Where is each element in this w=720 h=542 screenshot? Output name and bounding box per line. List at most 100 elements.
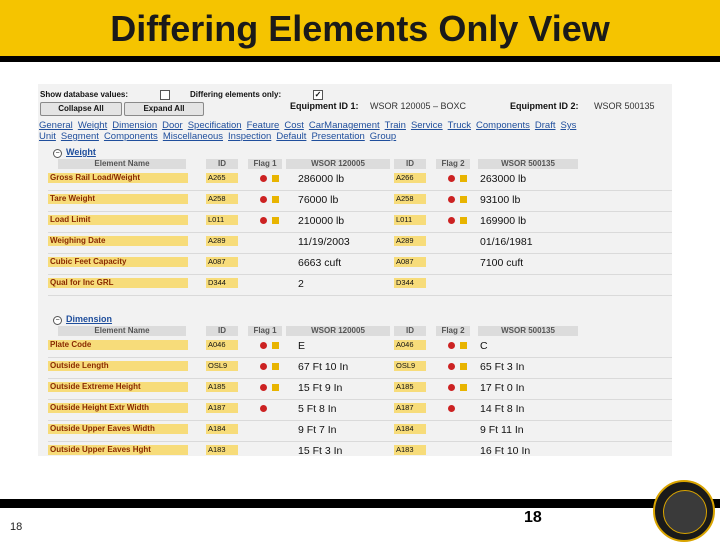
bottom-divider [0, 499, 720, 508]
nav-link[interactable]: Train [385, 120, 406, 131]
element-id-2: A187 [394, 403, 426, 413]
yellow-flag-icon [460, 363, 467, 370]
nav-link[interactable]: General [39, 120, 73, 131]
element-id-1: A046 [206, 340, 238, 350]
equipment-compare-panel: Show database values: Differing elements… [38, 84, 672, 456]
nav-link[interactable]: Components [104, 131, 158, 142]
element-name: Qual for Inc GRL [48, 278, 188, 288]
red-flag-icon [448, 196, 455, 203]
nav-link[interactable]: Components [476, 120, 530, 131]
element-id-1: D344 [206, 278, 238, 288]
table-row[interactable]: Qual for Inc GRL D344 2 D344 [48, 275, 672, 296]
nav-link[interactable]: Inspection [228, 131, 271, 142]
col-element-name: Element Name [58, 326, 186, 336]
nav-link[interactable]: Sys [561, 120, 577, 131]
nav-link[interactable]: Segment [61, 131, 99, 142]
nav-link[interactable]: Cost [284, 120, 304, 131]
nav-link[interactable]: Dimension [112, 120, 157, 131]
nav-link[interactable]: Weight [78, 120, 107, 131]
nav-link[interactable]: Specification [188, 120, 242, 131]
differing-only-checkbox[interactable]: ✓ [313, 90, 323, 100]
yellow-flag-icon [272, 196, 279, 203]
value-2: 14 Ft 8 In [480, 403, 525, 415]
table-row[interactable]: Gross Rail Load/Weight A265 286000 lb A266 2… [48, 170, 672, 191]
col-value2: WSOR 500135 [478, 159, 578, 169]
yellow-flag-icon [460, 175, 467, 182]
options-row: Show database values: Differing elements… [38, 88, 672, 102]
nav-link[interactable]: Door [162, 120, 183, 131]
show-db-values-label: Show database values: [40, 90, 129, 99]
nav-link[interactable]: Default [276, 131, 306, 142]
table-row[interactable]: Tare Weight A258 76000 lb A258 93100 lb [48, 191, 672, 212]
table-row[interactable]: Outside Upper Eaves Hght A183 15 Ft 3 In A1… [48, 442, 672, 456]
value-1: 2 [298, 278, 304, 290]
nav-link[interactable]: Miscellaneous [163, 131, 223, 142]
table-row[interactable]: Outside Height Extr Width A187 5 Ft 8 In A1… [48, 400, 672, 421]
element-id-2: A258 [394, 194, 426, 204]
nav-link[interactable]: Service [411, 120, 443, 131]
show-db-values-checkbox[interactable] [160, 90, 170, 100]
value-1: E [298, 340, 306, 352]
value-2: 01/16/1981 [480, 236, 533, 248]
table-row[interactable]: Load Limit L011 210000 lb L011 169900 lb [48, 212, 672, 233]
col-id2: ID [394, 326, 426, 336]
nav-link[interactable]: Unit [39, 131, 56, 142]
logo-emblem [663, 490, 707, 534]
table-row[interactable]: Outside Length OSL9 67 Ft 10 In OSL9 65 Ft 3… [48, 358, 672, 379]
element-name: Weighing Date [48, 236, 188, 246]
element-id-1: OSL9 [206, 361, 238, 371]
red-flag-icon [260, 342, 267, 349]
element-name: Plate Code [48, 340, 188, 350]
value-1: 9 Ft 7 In [298, 424, 337, 436]
value-1: 67 Ft 10 In [298, 361, 349, 373]
nav-link[interactable]: Feature [247, 120, 280, 131]
nav-link[interactable]: Draft [535, 120, 556, 131]
dimension-section-title[interactable]: Dimension [66, 314, 112, 324]
element-id-2: L011 [394, 215, 426, 225]
col-flag2: Flag 2 [436, 326, 470, 336]
collapse-toggle-icon[interactable]: − [53, 316, 62, 325]
nav-link[interactable]: Group [370, 131, 396, 142]
element-name: Gross Rail Load/Weight [48, 173, 188, 183]
weight-section: − Weight Element Name ID Flag 1 WSOR 120… [48, 147, 672, 296]
red-flag-icon [448, 217, 455, 224]
yellow-flag-icon [460, 196, 467, 203]
equipment-id2-value: WSOR 500135 [594, 101, 655, 111]
value-2: 263000 lb [480, 173, 527, 185]
value-2: 7100 cuft [480, 257, 524, 269]
expand-all-button[interactable]: Expand All [124, 102, 204, 116]
collapse-toggle-icon[interactable]: − [53, 149, 62, 158]
red-flag-icon [448, 342, 455, 349]
element-id-1: A185 [206, 382, 238, 392]
nav-link[interactable]: Truck [448, 120, 471, 131]
weight-section-title[interactable]: Weight [66, 147, 96, 157]
value-1: 5 Ft 8 In [298, 403, 337, 415]
col-id1: ID [206, 159, 238, 169]
table-row[interactable]: Cubic Feet Capacity A087 6663 cuft A087 7100… [48, 254, 672, 275]
yellow-flag-icon [460, 217, 467, 224]
table-row[interactable]: Outside Upper Eaves Width A184 9 Ft 7 In A1… [48, 421, 672, 442]
column-header-row: Element Name ID Flag 1 WSOR 120005 ID Fl… [48, 159, 672, 170]
red-flag-icon [260, 384, 267, 391]
dimension-section-header[interactable]: − Dimension [48, 314, 672, 326]
nav-link[interactable]: CarManagement [309, 120, 380, 131]
value-1: 210000 lb [298, 215, 345, 227]
value-1: 15 Ft 3 In [298, 445, 343, 456]
element-id-2: A289 [394, 236, 426, 246]
collapse-all-button[interactable]: Collapse All [40, 102, 122, 116]
element-name: Outside Extreme Height [48, 382, 188, 392]
weight-section-header[interactable]: − Weight [48, 147, 672, 159]
element-id-1: A265 [206, 173, 238, 183]
nav-link[interactable]: Presentation [311, 131, 364, 142]
page-number-center: 18 [524, 509, 542, 526]
equipment-id1-value: WSOR 120005 – BOXC [370, 101, 467, 111]
table-row[interactable]: Outside Extreme Height A185 15 Ft 9 In A185… [48, 379, 672, 400]
element-id-1: A183 [206, 445, 238, 455]
table-row[interactable]: Plate Code A046 E A046 C [48, 337, 672, 358]
value-2: 93100 lb [480, 194, 521, 206]
top-divider [0, 56, 720, 62]
red-flag-icon [260, 175, 267, 182]
value-2: 17 Ft 0 In [480, 382, 525, 394]
table-row[interactable]: Weighing Date A289 11/19/2003 A289 01/16/198… [48, 233, 672, 254]
yellow-flag-icon [460, 342, 467, 349]
